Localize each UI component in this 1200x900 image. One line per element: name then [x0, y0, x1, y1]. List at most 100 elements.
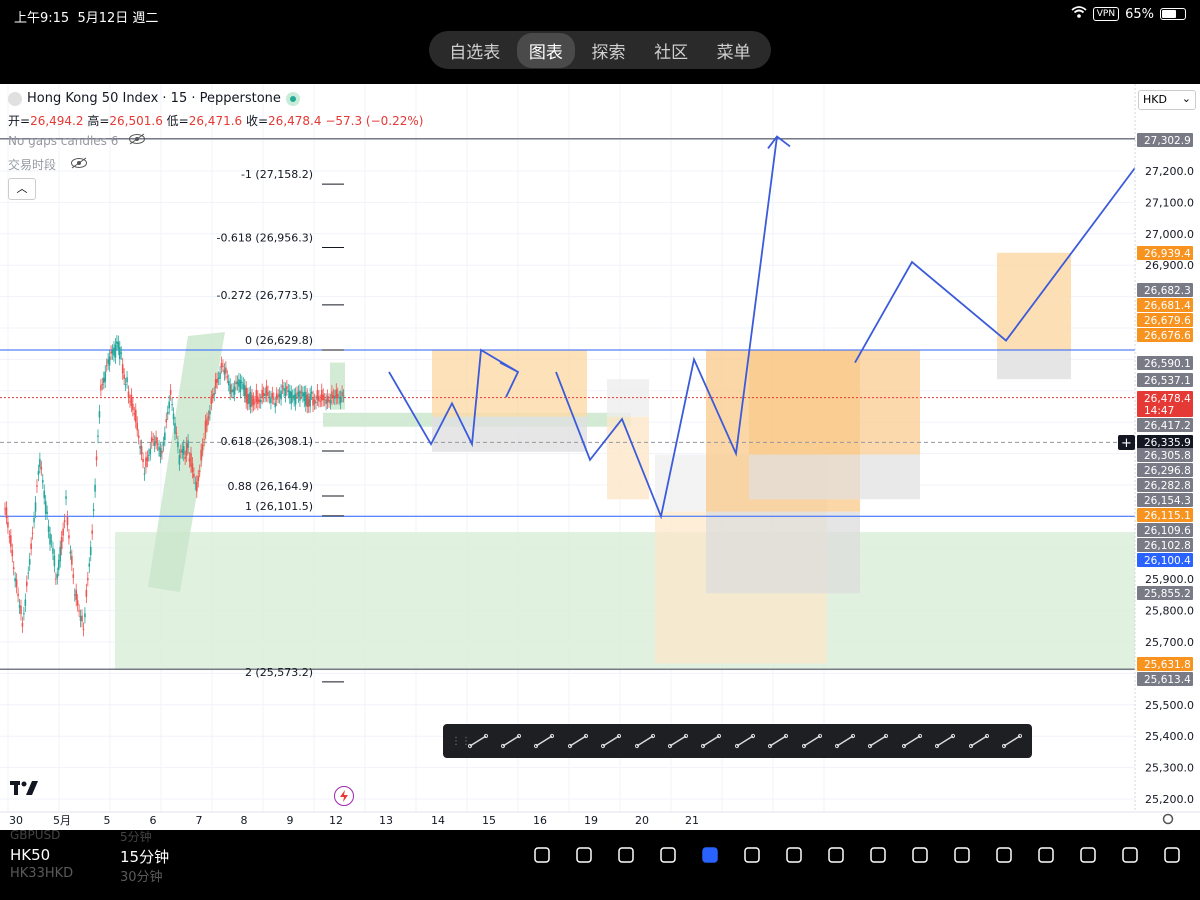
rotated-rectangle-tool-icon[interactable] — [695, 728, 728, 754]
tab-watchlist[interactable]: 自选表 — [437, 33, 512, 68]
chart-canvas[interactable]: -1 (27,158.2) -0.618 (26,956.3) -0.272 (26… — [0, 84, 1200, 830]
events-lightning-icon[interactable] — [334, 786, 354, 806]
tab-chart[interactable]: 图表 — [516, 32, 575, 68]
collapse-legend-button[interactable]: ︿ — [8, 178, 36, 200]
rectangle-tool-icon[interactable] — [661, 728, 694, 754]
session-row[interactable]: 交易时段 — [8, 156, 88, 173]
eye-hidden-icon[interactable] — [70, 157, 88, 172]
price-badge-label: 26,939.4 — [1144, 248, 1191, 260]
time-tick-label: 8 — [241, 814, 248, 827]
indicator-label[interactable]: No gaps candles 6 — [8, 134, 118, 148]
candle-body — [142, 458, 144, 462]
candle-body — [239, 380, 242, 393]
candle-body — [59, 546, 62, 562]
price-badge-label: 26,305.8 — [1144, 450, 1191, 462]
candle-body — [178, 455, 181, 465]
indicator-row[interactable]: No gaps candles 6 — [8, 133, 146, 148]
brush-tool-icon[interactable] — [928, 728, 961, 754]
candle-body — [87, 578, 89, 581]
arrow-tool-icon[interactable] — [962, 728, 995, 754]
tab-explore[interactable]: 探索 — [579, 33, 637, 68]
candle-body — [318, 396, 320, 402]
replay-icon[interactable] — [858, 844, 898, 866]
candle-body — [124, 384, 127, 386]
candle-body — [286, 386, 288, 390]
price-tick-label: 27,000.0 — [1145, 228, 1194, 241]
timeframe-label[interactable]: 15分钟 — [120, 846, 169, 867]
vertical-line-tool-icon[interactable] — [728, 728, 761, 754]
alert-icon[interactable] — [774, 844, 814, 866]
path-tool-icon[interactable] — [595, 728, 628, 754]
candle-body — [328, 399, 330, 402]
position-target-zone — [749, 350, 920, 455]
long-position-tool-icon[interactable] — [795, 728, 828, 754]
candle-body — [181, 449, 184, 453]
candle-body — [140, 445, 143, 455]
timeframe-prev[interactable]: 5分钟 — [120, 828, 152, 845]
share-icon[interactable] — [1152, 844, 1192, 866]
candle-body — [56, 573, 59, 579]
candle-body — [50, 540, 53, 542]
add-icon[interactable] — [732, 844, 772, 866]
candle-body — [28, 559, 31, 565]
candle-body — [214, 379, 217, 388]
text-tool-icon[interactable] — [995, 728, 1028, 754]
pine-icon[interactable] — [690, 844, 730, 866]
callout-tool-icon[interactable] — [862, 728, 895, 754]
candles-icon[interactable] — [816, 844, 856, 866]
symbol-next[interactable]: HK33HKD — [10, 866, 73, 881]
pencil-icon[interactable] — [522, 844, 562, 866]
candle-body — [268, 396, 271, 398]
wifi-icon — [1071, 6, 1087, 22]
candle-body — [216, 378, 218, 383]
layers-icon[interactable] — [900, 844, 940, 866]
fullscreen-icon[interactable] — [1026, 844, 1066, 866]
time-tick-label: 20 — [635, 814, 649, 827]
candle-body — [44, 501, 47, 514]
parallel-channel-tool-icon[interactable] — [561, 728, 594, 754]
drag-handle-icon[interactable]: ⋮⋮ — [451, 736, 471, 747]
timeframe-next[interactable]: 30分钟 — [120, 866, 163, 885]
undo-icon[interactable] — [984, 844, 1024, 866]
horizontal-line-tool-icon[interactable] — [528, 728, 561, 754]
grid-icon[interactable] — [606, 844, 646, 866]
symbol-label[interactable]: HK50 — [10, 846, 50, 864]
price-badge-label: 26,282.8 — [1144, 480, 1191, 492]
session-label[interactable]: 交易时段 — [8, 156, 56, 173]
candle-body — [5, 507, 8, 519]
date-price-range-tool-icon[interactable] — [895, 728, 928, 754]
short-position-tool-icon[interactable] — [828, 728, 861, 754]
trend-line-tool-icon[interactable] — [494, 728, 527, 754]
price-badge-label: 26,676.6 — [1144, 330, 1191, 342]
eye-hidden-icon[interactable] — [128, 133, 146, 148]
currency-select[interactable]: HKD ⌄ — [1138, 90, 1196, 110]
candle-body — [293, 394, 295, 401]
horizontal-ray-tool-icon[interactable] — [461, 728, 494, 754]
candle-body — [132, 403, 134, 411]
compare-icon[interactable] — [648, 844, 688, 866]
candle-body — [315, 401, 317, 403]
settings-gear-icon[interactable] — [1162, 813, 1174, 825]
status-right: VPN 65% — [1071, 6, 1186, 22]
candle-body — [103, 377, 105, 383]
tab-community[interactable]: 社区 — [642, 33, 700, 68]
ellipse-tool-icon[interactable] — [762, 728, 795, 754]
indicators-icon[interactable] — [564, 844, 604, 866]
redo-icon[interactable] — [1068, 844, 1108, 866]
symbol-prev[interactable]: GBPUSD — [10, 828, 60, 842]
candle-body — [274, 402, 277, 408]
pitchfork-tool-icon[interactable] — [628, 728, 661, 754]
bottom-tools — [522, 844, 1192, 866]
light-icon[interactable] — [1110, 844, 1150, 866]
candle-body — [323, 399, 326, 401]
chart-area[interactable]: -1 (27,158.2) -0.618 (26,956.3) -0.272 (26… — [0, 84, 1200, 830]
more-icon[interactable] — [942, 844, 982, 866]
candle-body — [116, 341, 118, 344]
price-badge-label: 27,302.9 — [1144, 135, 1191, 147]
candle-body — [24, 599, 27, 606]
tab-menu[interactable]: 菜单 — [705, 33, 763, 68]
crosshair-add-icon: + — [1121, 436, 1132, 451]
price-badge-label: 25,613.4 — [1144, 674, 1191, 686]
candle-body — [23, 613, 25, 615]
time-tick-label: 5月 — [53, 814, 71, 827]
